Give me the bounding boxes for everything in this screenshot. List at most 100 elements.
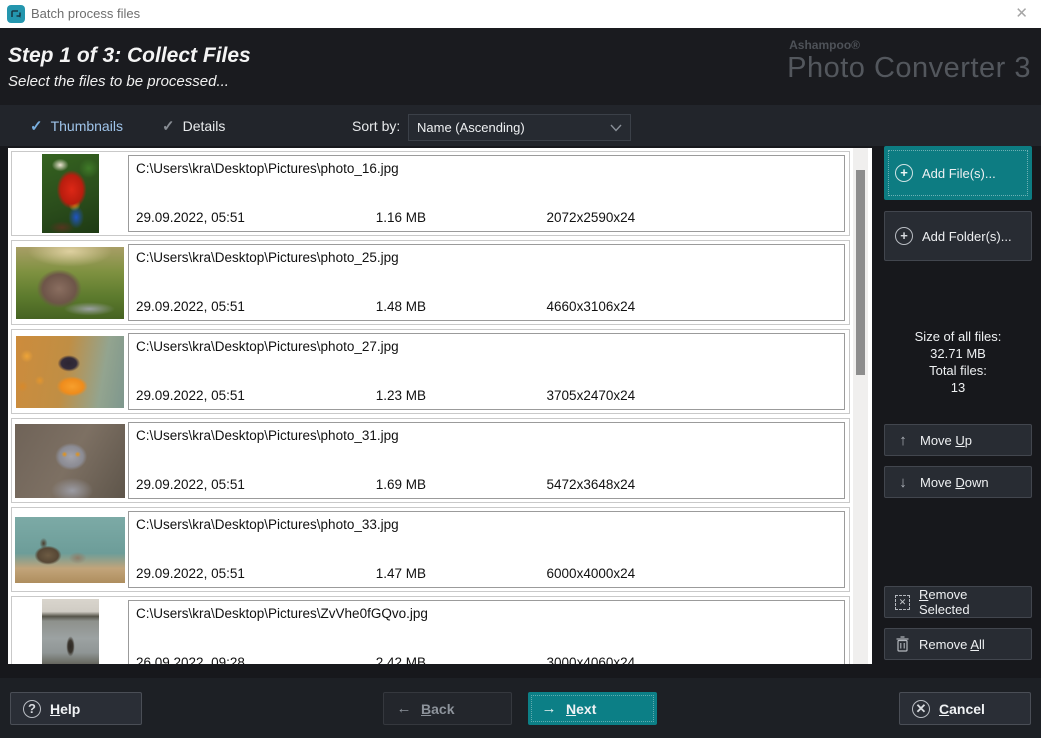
file-path: C:\Users\kra\Desktop\Pictures\photo_16.j… [136, 161, 399, 176]
step-title: Step 1 of 3: Collect Files [8, 44, 251, 68]
help-icon: ? [23, 700, 41, 718]
sort-dropdown[interactable]: Name (Ascending) [408, 114, 631, 141]
file-date: 29.09.2022, 05:51 [136, 388, 372, 403]
remove-all-label: Remove All [919, 637, 985, 652]
file-info-box: C:\Users\kra\Desktop\Pictures\photo_16.j… [128, 155, 845, 232]
main-content: C:\Users\kra\Desktop\Pictures\photo_16.j… [0, 146, 1041, 678]
remove-selected-button[interactable]: ✕ Remove Selected [884, 586, 1032, 618]
add-folders-button[interactable]: + Add Folder(s)... [884, 211, 1032, 261]
file-path: C:\Users\kra\Desktop\Pictures\ZvVhe0fGQv… [136, 606, 428, 621]
sort-by-label: Sort by: [352, 118, 400, 134]
file-info-box: C:\Users\kra\Desktop\Pictures\photo_33.j… [128, 511, 845, 588]
tab-thumbnails[interactable]: ✓ Thumbnails [30, 114, 123, 138]
file-size: 1.69 MB [376, 477, 543, 492]
wizard-header: Step 1 of 3: Collect Files Select the fi… [0, 28, 1041, 105]
product-name: Photo Converter 3 [787, 52, 1031, 85]
file-path: C:\Users\kra\Desktop\Pictures\photo_31.j… [136, 428, 399, 443]
file-info-box: C:\Users\kra\Desktop\Pictures\photo_25.j… [128, 244, 845, 321]
help-button[interactable]: ? Help [10, 692, 142, 725]
add-folders-label: Add Folder(s)... [922, 229, 1012, 244]
next-button[interactable]: → Next [528, 692, 657, 725]
file-row[interactable]: C:\Users\kra\Desktop\Pictures\photo_33.j… [11, 507, 850, 592]
remove-all-button[interactable]: Remove All [884, 628, 1032, 660]
batch-process-window: Batch process files ✕ Step 1 of 3: Colle… [0, 0, 1041, 738]
checkmark-icon: ✓ [30, 117, 43, 135]
footer-bar: ? Help ← Back → Next ✕ Cancel [0, 678, 1041, 738]
size-of-all-files-value: 32.71 MB [884, 345, 1032, 362]
tab-details[interactable]: ✓ Details [162, 114, 225, 138]
chevron-down-icon [610, 124, 622, 132]
file-thumbnail [42, 154, 99, 233]
move-down-label: Move Down [920, 475, 989, 490]
file-row[interactable]: C:\Users\kra\Desktop\Pictures\photo_25.j… [11, 240, 850, 325]
add-files-label: Add File(s)... [922, 166, 996, 181]
tab-thumbnails-label: Thumbnails [51, 118, 123, 134]
file-dimensions: 3705x2470x24 [547, 388, 636, 403]
file-meta: 26.09.2022, 09:28 2.42 MB 3000x4060x24 [136, 655, 635, 664]
checkmark-icon: ✓ [162, 117, 175, 135]
scrollbar-thumb[interactable] [856, 170, 865, 375]
total-files-value: 13 [884, 379, 1032, 396]
next-label: Next [566, 701, 596, 717]
arrow-left-icon: ← [396, 700, 412, 717]
tab-details-label: Details [183, 118, 226, 134]
move-down-button[interactable]: ↓ Move Down [884, 466, 1032, 498]
file-dimensions: 5472x3648x24 [547, 477, 636, 492]
file-path: C:\Users\kra\Desktop\Pictures\photo_33.j… [136, 517, 399, 532]
brand-name: Ashampoo® [789, 38, 1031, 52]
step-subtitle: Select the files to be processed... [8, 73, 229, 90]
file-size: 1.47 MB [376, 566, 543, 581]
remove-selection-icon: ✕ [895, 595, 910, 610]
file-meta: 29.09.2022, 05:51 1.48 MB 4660x3106x24 [136, 299, 635, 314]
plus-circle-icon: + [895, 227, 913, 245]
file-thumbnail [16, 336, 124, 408]
file-size: 1.16 MB [376, 210, 543, 225]
file-meta: 29.09.2022, 05:51 1.16 MB 2072x2590x24 [136, 210, 635, 225]
file-thumbnail [16, 247, 124, 319]
back-button[interactable]: ← Back [383, 692, 512, 725]
file-thumbnail [42, 599, 99, 664]
scrollbar[interactable] [853, 148, 868, 664]
file-row[interactable]: C:\Users\kra\Desktop\Pictures\photo_27.j… [11, 329, 850, 414]
file-dimensions: 2072x2590x24 [547, 210, 636, 225]
move-up-label: Move Up [920, 433, 972, 448]
file-stats: Size of all files: 32.71 MB Total files:… [884, 328, 1032, 396]
thumbnail-cell [12, 330, 128, 413]
add-files-button[interactable]: + Add File(s)... [884, 146, 1032, 200]
file-dimensions: 6000x4000x24 [547, 566, 636, 581]
file-date: 26.09.2022, 09:28 [136, 655, 372, 664]
file-list: C:\Users\kra\Desktop\Pictures\photo_16.j… [8, 148, 872, 664]
close-icon[interactable]: ✕ [1015, 4, 1028, 24]
file-row[interactable]: C:\Users\kra\Desktop\Pictures\photo_31.j… [11, 418, 850, 503]
sort-dropdown-value: Name (Ascending) [417, 120, 610, 135]
file-info-box: C:\Users\kra\Desktop\Pictures\photo_27.j… [128, 333, 845, 410]
file-row[interactable]: C:\Users\kra\Desktop\Pictures\ZvVhe0fGQv… [11, 596, 850, 664]
file-thumbnail [15, 517, 125, 583]
titlebar: Batch process files ✕ [0, 0, 1041, 28]
cancel-button[interactable]: ✕ Cancel [899, 692, 1031, 725]
file-date: 29.09.2022, 05:51 [136, 210, 372, 225]
file-info-box: C:\Users\kra\Desktop\Pictures\photo_31.j… [128, 422, 845, 499]
size-of-all-files-label: Size of all files: [884, 328, 1032, 345]
file-size: 1.23 MB [376, 388, 543, 403]
file-date: 29.09.2022, 05:51 [136, 299, 372, 314]
file-path: C:\Users\kra\Desktop\Pictures\photo_25.j… [136, 250, 399, 265]
help-label: Help [50, 701, 80, 717]
file-row[interactable]: C:\Users\kra\Desktop\Pictures\photo_16.j… [11, 151, 850, 236]
file-meta: 29.09.2022, 05:51 1.23 MB 3705x2470x24 [136, 388, 635, 403]
file-rows: C:\Users\kra\Desktop\Pictures\photo_16.j… [8, 148, 872, 664]
file-info-box: C:\Users\kra\Desktop\Pictures\ZvVhe0fGQv… [128, 600, 845, 664]
thumbnail-cell [12, 241, 128, 324]
thumbnail-cell [12, 152, 128, 235]
thumbnail-cell [12, 597, 128, 664]
cancel-label: Cancel [939, 701, 985, 717]
file-thumbnail [15, 424, 125, 498]
view-toolbar: ✓ Thumbnails ✓ Details Sort by: Name (As… [0, 105, 1041, 146]
arrow-down-icon: ↓ [895, 474, 911, 491]
window-title: Batch process files [31, 6, 140, 21]
brand-logo: Ashampoo® Photo Converter 3 [787, 38, 1031, 85]
thumbnail-cell [12, 419, 128, 502]
remove-selected-label: Remove Selected [919, 587, 1021, 617]
trash-icon [895, 636, 910, 652]
move-up-button[interactable]: ↑ Move Up [884, 424, 1032, 456]
